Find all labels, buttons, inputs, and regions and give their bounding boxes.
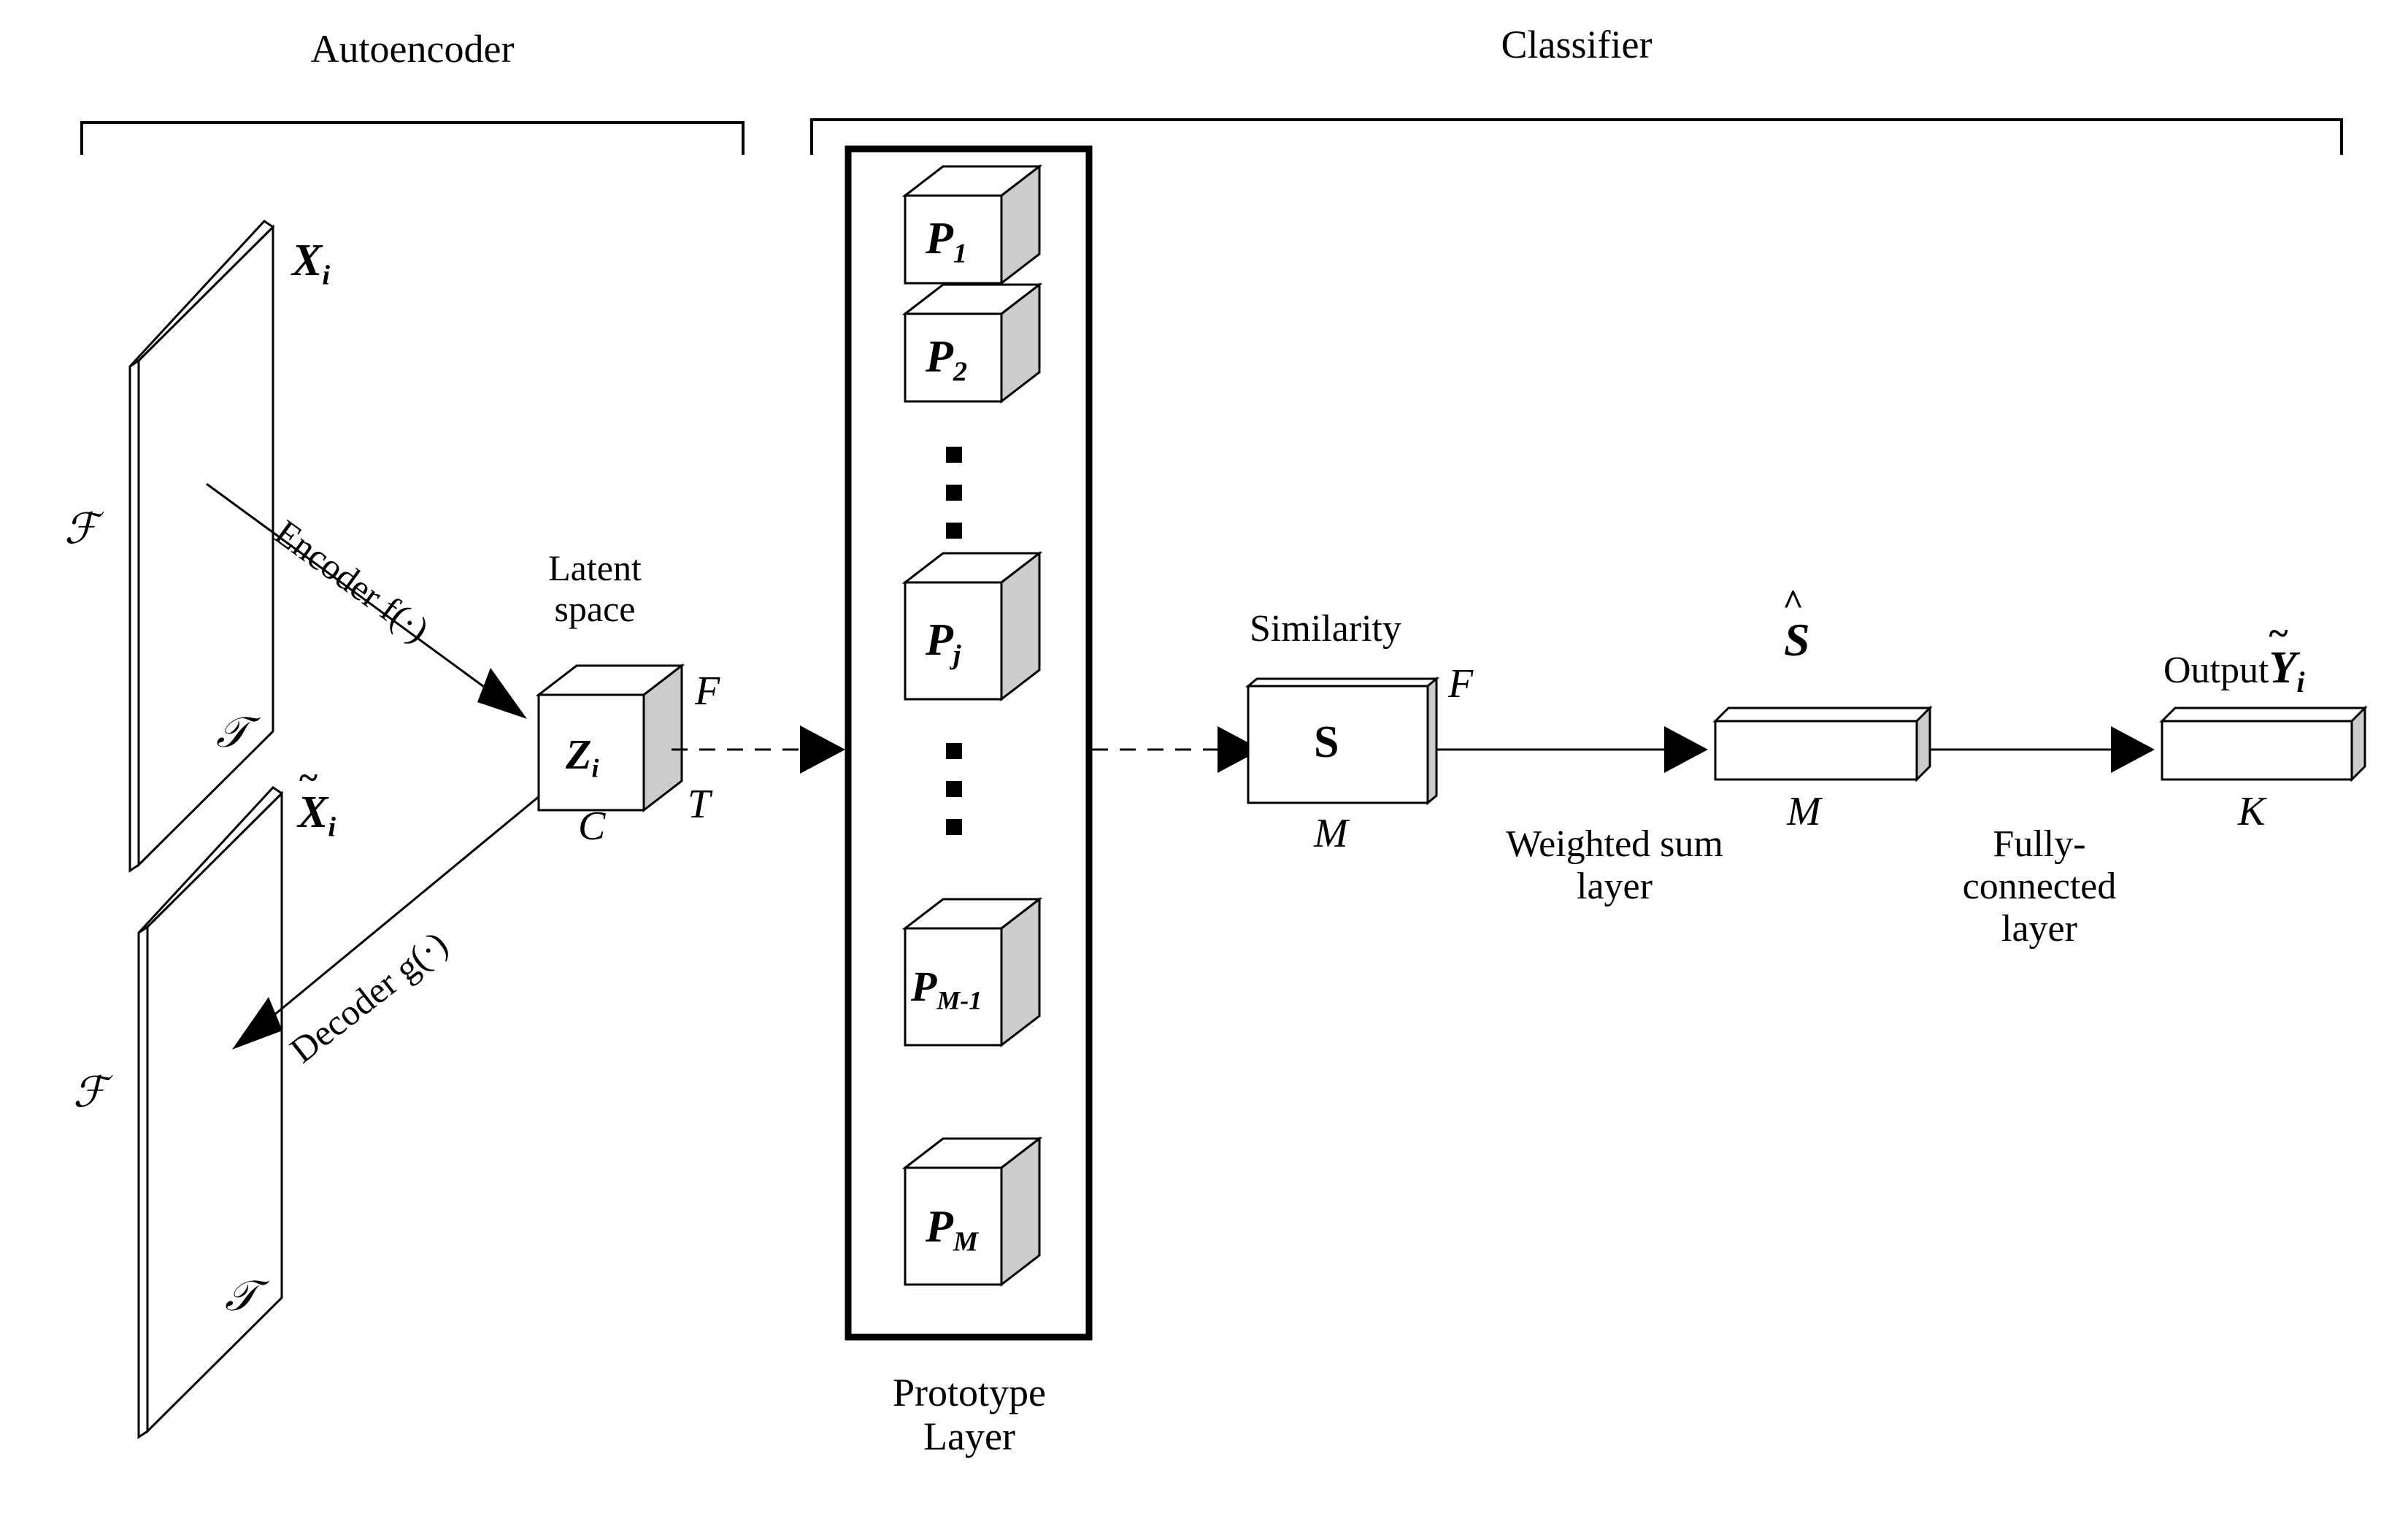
label-input-Xi: Xi	[292, 235, 330, 291]
label-output-Xtilde-i: X ~ i	[298, 758, 336, 843]
label-fully-connected-line1: Fully-	[1993, 823, 2086, 865]
label-output-tilde: ~	[2269, 612, 2288, 653]
label-prototype-2-sub: 2	[953, 356, 968, 388]
label-similarity-dim-M: M	[1314, 811, 1348, 856]
label-latent-Zi: Zi	[566, 730, 599, 784]
label-input-plate-axis-vertical: ℱ	[64, 505, 98, 553]
label-input-Xi-sub: i	[322, 260, 331, 291]
label-prototype-j: Pj	[926, 615, 961, 671]
latent-to-prototype-arrow	[672, 725, 845, 774]
label-prototype-m-minus-1-sub: M-1	[936, 985, 982, 1015]
label-input-plate-axis-horizontal: 𝒯	[216, 709, 249, 756]
label-prototype-m-minus-1-main: P	[911, 963, 937, 1010]
label-prototype-m-main: P	[926, 1202, 953, 1252]
prototype-ellipsis-lower	[946, 743, 962, 835]
label-prototype-m: PM	[926, 1201, 978, 1258]
label-similarity-S: S	[1314, 717, 1339, 767]
autoencoder-bracket	[80, 121, 745, 155]
label-similarity-dim-F: F	[1448, 661, 1474, 707]
label-prototype-2-main: P	[926, 332, 953, 382]
label-prototype-layer-line1: Prototype	[893, 1371, 1046, 1414]
label-output-caption: Output	[2163, 650, 2269, 691]
label-prototype-layer-line2: Layer	[923, 1414, 1015, 1459]
label-prototype-layer-caption: Prototype Layer	[834, 1371, 1105, 1459]
label-shat: S ^	[1782, 582, 1810, 667]
label-similarity-caption: Similarity	[1250, 608, 1401, 650]
label-latent-dim-C: C	[578, 804, 606, 849]
similarity-box	[1245, 676, 1440, 806]
output-plate-Xtilde-i	[137, 786, 284, 1439]
label-input-Xi-main: X	[292, 236, 323, 285]
label-output: Output Y ~ i	[2163, 612, 2305, 699]
label-fully-connected-line2: connected	[1962, 866, 2117, 908]
label-latent-dim-F: F	[695, 669, 720, 714]
label-output-Xtilde-i-sub: i	[328, 812, 336, 843]
label-prototype-1-main: P	[926, 214, 953, 263]
label-fully-connected-caption: Fully- connected layer	[1901, 823, 2178, 951]
fully-connected-arrow	[1930, 726, 2155, 773]
label-latent-dim-T: T	[688, 782, 711, 827]
latent-cube-Zi	[535, 663, 685, 813]
label-prototype-m-minus-1: PM-1	[911, 962, 982, 1016]
label-prototype-j-sub: j	[953, 639, 961, 671]
label-weighted-sum-line2: layer	[1577, 866, 1653, 908]
label-latent-Zi-sub: i	[591, 753, 599, 783]
label-weighted-sum-line1: Weighted sum	[1506, 823, 1723, 865]
section-title-autoencoder: Autoencoder	[310, 27, 515, 71]
label-prototype-j-main: P	[926, 615, 953, 665]
input-plate-Xi	[128, 220, 275, 873]
label-prototype-1-sub: 1	[953, 238, 968, 269]
label-output-Xtilde-i-tilde: ~	[299, 758, 318, 797]
shat-bar	[1712, 705, 1933, 782]
architecture-diagram	[80, 118, 2368, 1439]
label-latent-space: Latent space	[511, 547, 679, 629]
prototype-to-similarity-arrow	[1092, 726, 1261, 773]
output-bar	[2159, 705, 2368, 782]
label-output-sub: i	[2296, 665, 2305, 698]
label-prototype-1: P1	[926, 213, 967, 269]
label-shat-hat: ^	[1782, 582, 1804, 623]
label-prototype-m-sub: M	[953, 1226, 979, 1258]
section-title-classifier: Classifier	[1501, 23, 1653, 66]
label-weighted-sum-caption: Weighted sum layer	[1447, 823, 1782, 908]
prototype-ellipsis-upper	[946, 447, 962, 539]
label-latent-Zi-main: Z	[566, 731, 592, 778]
label-output-plate-axis-vertical: ℱ	[73, 1069, 107, 1116]
label-shat-dim-M: M	[1787, 789, 1821, 834]
label-prototype-2: P2	[926, 331, 967, 388]
weighted-sum-arrow	[1436, 726, 1708, 773]
label-output-dim-K: K	[2238, 789, 2266, 834]
label-latent-space-line2: space	[554, 588, 636, 629]
label-output-plate-axis-horizontal: 𝒯	[225, 1272, 258, 1320]
label-latent-space-line1: Latent	[548, 547, 642, 588]
label-fully-connected-line3: layer	[2001, 908, 2077, 950]
